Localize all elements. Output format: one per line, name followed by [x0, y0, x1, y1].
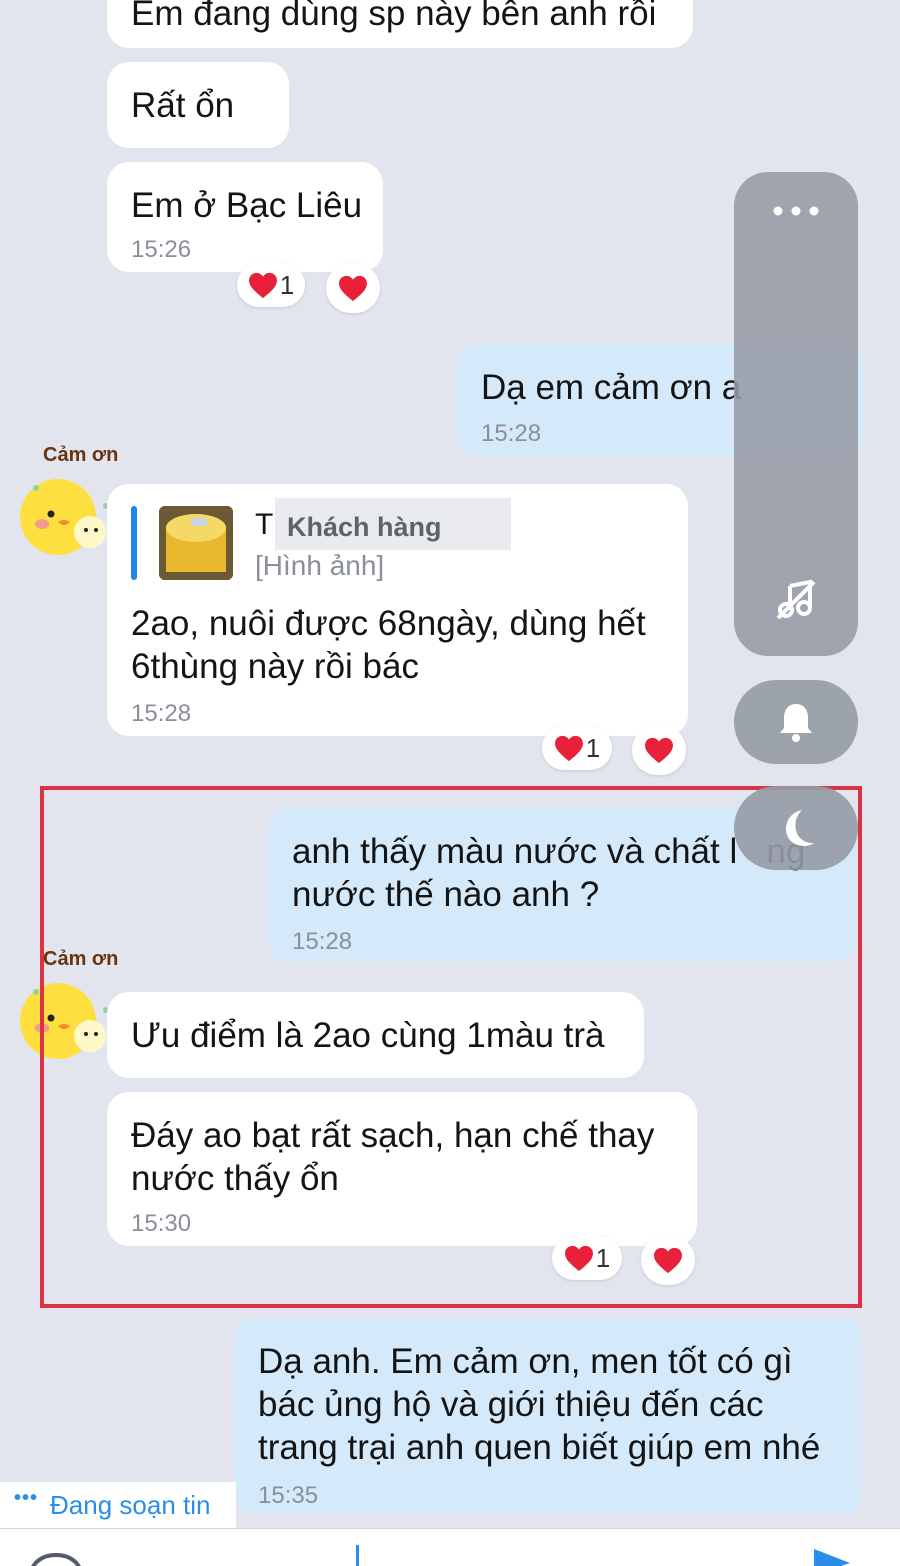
- message-input-bar[interactable]: [0, 1528, 900, 1566]
- message-bubble-incoming[interactable]: Em đang dùng sp này bên anh rồi: [107, 0, 693, 48]
- night-mode-button[interactable]: [734, 786, 858, 870]
- quote-sender-name: Khách hàng: [275, 498, 511, 550]
- heart-icon: [248, 272, 277, 298]
- quote-bar: [131, 506, 137, 580]
- quoted-image-thumbnail[interactable]: [159, 506, 233, 580]
- message-timestamp: 15:28: [481, 420, 542, 447]
- message-bubble-incoming[interactable]: Em ở Bạc Liêu 15:26: [107, 162, 383, 272]
- message-timestamp: 15:28: [131, 700, 192, 727]
- message-timestamp: 15:35: [258, 1482, 319, 1509]
- heart-icon: [645, 737, 673, 763]
- typing-indicator: ••• Đang soạn tin: [0, 1482, 236, 1528]
- message-text: Rất ổn: [131, 86, 235, 125]
- heart-icon: [554, 735, 583, 761]
- message-bubble-incoming[interactable]: Rất ổn: [107, 62, 289, 148]
- message-bubble-incoming[interactable]: T Khách hàng [Hình ảnh] 2ao, nuôi được 6…: [107, 484, 688, 736]
- highlight-box: [40, 786, 862, 1308]
- message-timestamp: 15:26: [131, 236, 192, 263]
- typing-dots-icon: •••: [14, 1487, 39, 1509]
- sticker-icon[interactable]: [26, 1549, 86, 1566]
- duck-sticker-icon: [20, 479, 109, 555]
- message-bubble-outgoing[interactable]: Dạ anh. Em cảm ơn, men tốt có gì bác ủng…: [234, 1318, 862, 1514]
- message-text: Em ở Bạc Liêu: [131, 186, 363, 225]
- reaction-count: 1: [279, 269, 295, 300]
- moon-icon: [786, 810, 814, 846]
- bucket-image-icon: [159, 506, 233, 580]
- react-heart-button[interactable]: [326, 263, 380, 313]
- message-text: Dạ em cảm ơn a: [481, 368, 742, 407]
- quote-sender-initial: T: [255, 508, 274, 541]
- react-heart-button[interactable]: [632, 725, 686, 775]
- send-icon[interactable]: [812, 1545, 852, 1566]
- music-off-icon[interactable]: [774, 578, 818, 622]
- reaction-count: 1: [585, 732, 601, 763]
- typing-label: Đang soạn tin: [50, 1489, 211, 1520]
- notification-button[interactable]: [734, 680, 858, 764]
- bell-icon: [780, 704, 812, 742]
- sender-avatar-sticker[interactable]: Cảm ơn: [18, 444, 118, 555]
- message-text: 2ao, nuôi được 68ngày, dùng hết 6thùng n…: [131, 604, 646, 686]
- more-icon[interactable]: [771, 204, 821, 218]
- quote-content-type: [Hình ảnh]: [255, 550, 385, 581]
- message-text: Em đang dùng sp này bên anh rồi: [131, 0, 657, 33]
- reaction-count-badge[interactable]: 1: [237, 263, 305, 307]
- reaction-count-badge[interactable]: 1: [542, 726, 612, 770]
- floating-side-panel: [734, 172, 858, 656]
- message-text: Dạ anh. Em cảm ơn, men tốt có gì bác ủng…: [258, 1342, 821, 1467]
- heart-icon: [339, 275, 367, 301]
- text-cursor: [356, 1545, 359, 1566]
